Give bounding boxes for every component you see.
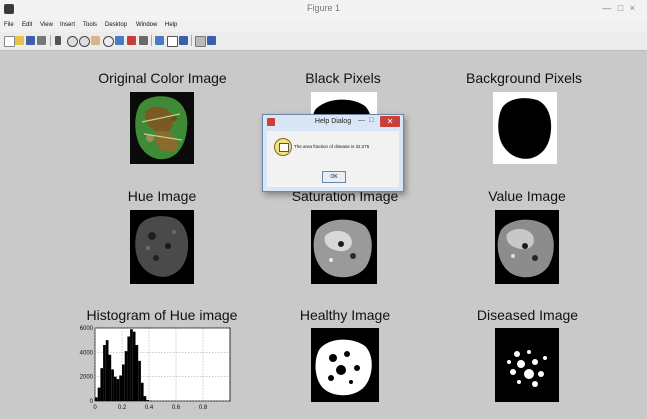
- window-controls[interactable]: — □ ×: [602, 3, 637, 13]
- histogram-bar: [100, 368, 104, 401]
- save-icon[interactable]: [26, 36, 35, 45]
- histogram-title: Histogram of Hue image: [86, 307, 238, 323]
- brush-icon[interactable]: [127, 36, 136, 45]
- menu-window[interactable]: Window: [136, 22, 157, 28]
- y-tick-label: 2000: [80, 375, 94, 381]
- histogram-bar: [113, 376, 117, 401]
- window-title: Figure 1: [306, 3, 341, 13]
- pan-icon[interactable]: [91, 36, 100, 45]
- hue-image: [130, 210, 194, 284]
- value-image: [495, 210, 559, 284]
- histogram-bar: [97, 387, 101, 401]
- link-icon[interactable]: [139, 36, 148, 45]
- menu-help[interactable]: Help: [165, 22, 177, 28]
- original-color-image: [130, 92, 194, 164]
- colorbar-icon[interactable]: [155, 36, 164, 45]
- histogram-bar: [132, 331, 136, 401]
- x-tick-label: 0.8: [199, 405, 208, 411]
- diseased-image: [495, 328, 559, 402]
- legend-icon[interactable]: [167, 36, 178, 47]
- figure-toolbar: [0, 32, 647, 51]
- histogram-bar: [116, 379, 120, 401]
- window-titlebar: Figure 1 — □ ×: [0, 0, 647, 20]
- dialog-body: The area fraction of disease is 32.275 O…: [267, 131, 399, 187]
- toolbar-separator: [191, 35, 192, 46]
- print-icon[interactable]: [37, 36, 46, 45]
- menubar: File Edit View Insert Tools Desktop Wind…: [0, 20, 647, 32]
- saturation-image: [311, 210, 377, 284]
- background-pixels-title: Background Pixels: [466, 70, 582, 86]
- original-image-title: Original Color Image: [98, 70, 227, 86]
- histogram-bar: [140, 382, 144, 401]
- maximize-button[interactable]: □: [369, 117, 373, 124]
- hue-histogram-chart: 0 0.2 0.4 0.6 0.80200040006000: [80, 326, 231, 411]
- edit-plot-icon[interactable]: [55, 36, 61, 45]
- x-tick-label: 0.2: [118, 405, 127, 411]
- black-pixels-title: Black Pixels: [305, 70, 381, 86]
- toolbar-separator: [50, 35, 51, 46]
- zoom-in-icon[interactable]: [67, 36, 78, 47]
- hue-image-title: Hue Image: [127, 188, 197, 204]
- histogram-bar: [146, 400, 149, 401]
- histogram-bar: [103, 345, 106, 401]
- healthy-image-title: Healthy Image: [299, 307, 391, 323]
- histogram-bar: [95, 397, 98, 401]
- histogram-bar: [135, 345, 139, 401]
- histogram-bar: [111, 369, 114, 401]
- background-pixels-image: [493, 92, 557, 164]
- diseased-image-title: Diseased Image: [476, 307, 579, 323]
- histogram-bar: [130, 329, 133, 401]
- dock-icon[interactable]: [207, 36, 216, 45]
- hide-tools-icon[interactable]: [179, 36, 188, 45]
- ok-button[interactable]: OK: [322, 171, 346, 183]
- histogram-bar: [105, 340, 109, 401]
- minimize-button[interactable]: —: [358, 117, 365, 124]
- y-tick-label: 4000: [80, 350, 94, 356]
- x-tick-label: 0.4: [145, 405, 154, 411]
- help-speech-bubble-icon: [274, 138, 292, 156]
- histogram-bar: [127, 336, 131, 401]
- x-tick-label: 0.6: [172, 405, 181, 411]
- help-dialog: Help Dialog — □ ✕ The area fraction of d…: [262, 114, 404, 192]
- menu-view[interactable]: View: [40, 22, 53, 28]
- x-tick-label: 0: [93, 405, 97, 411]
- histogram-bar: [108, 354, 112, 401]
- histogram-bar: [119, 375, 122, 401]
- open-icon[interactable]: [15, 36, 24, 45]
- histogram-bar: [124, 351, 128, 401]
- rotate-icon[interactable]: [103, 36, 114, 47]
- new-figure-icon[interactable]: [4, 36, 15, 47]
- data-cursor-icon[interactable]: [115, 36, 124, 45]
- histogram-bar: [122, 364, 125, 401]
- show-tools-icon[interactable]: [195, 36, 206, 47]
- menu-edit[interactable]: Edit: [22, 22, 32, 28]
- histogram-bar: [138, 360, 141, 401]
- value-image-title: Value Image: [488, 188, 566, 204]
- dialog-message: The area fraction of disease is 32.275: [294, 144, 370, 149]
- toolbar-separator: [151, 35, 152, 46]
- histogram-bar: [143, 396, 147, 401]
- zoom-out-icon[interactable]: [79, 36, 90, 47]
- menu-insert[interactable]: Insert: [60, 22, 75, 28]
- healthy-image: [311, 328, 379, 402]
- menu-tools[interactable]: Tools: [83, 22, 97, 28]
- y-tick-label: 6000: [80, 326, 94, 332]
- dialog-titlebar[interactable]: Help Dialog — □ ✕: [263, 115, 403, 130]
- close-button[interactable]: ✕: [380, 116, 400, 127]
- menu-file[interactable]: File: [4, 22, 14, 28]
- menu-desktop[interactable]: Desktop: [105, 22, 127, 28]
